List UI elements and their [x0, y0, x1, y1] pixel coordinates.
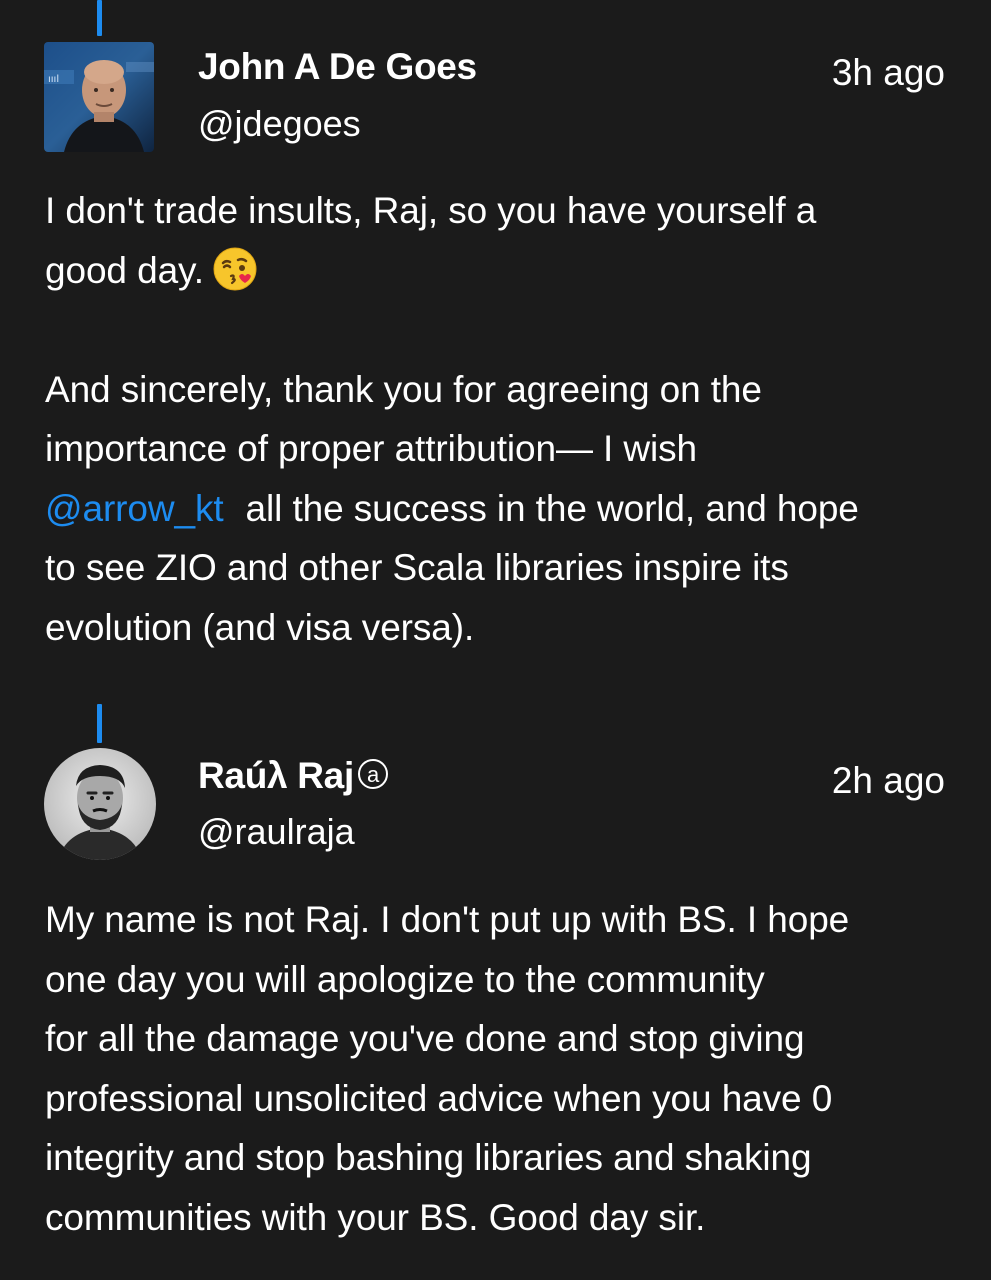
thread-connector-line	[97, 0, 102, 36]
mention-link[interactable]: @arrow_kt	[45, 488, 224, 529]
post-line: My name is not Raj. I don't put up with …	[45, 899, 850, 940]
post-line-text: all the success in the world, and hope	[245, 487, 859, 529]
post-line: And sincerely, thank you for agreeing on…	[45, 368, 762, 410]
post-timestamp: 2h ago	[831, 760, 945, 801]
post-line: ​	[45, 300, 975, 360]
post-line: to see ZIO and other Scala libraries ins…	[45, 547, 789, 588]
post-line: I don't trade insults, Raj, so you have …	[45, 190, 817, 231]
post-line: professional unsolicited advice when you…	[45, 1077, 833, 1119]
post-line: integrity and stop bashing libraries and…	[45, 1137, 812, 1178]
post-line: good day.	[45, 241, 975, 301]
author-name-text: Raúλ Raj	[198, 755, 354, 796]
author-handle[interactable]: @jdegoes	[198, 103, 361, 145]
author-handle[interactable]: @raulraja	[198, 811, 355, 853]
author-name[interactable]: Raúλ Raj a	[198, 755, 388, 797]
avatar[interactable]: ıııl	[44, 42, 154, 152]
face-blowing-kiss-icon	[212, 246, 258, 292]
author-name[interactable]: John A De Goes	[198, 46, 477, 88]
post-body: I don't trade insults, Raj, so you have …	[45, 181, 975, 657]
post-line: evolution (and visa versa).	[45, 606, 475, 648]
verified-badge-icon: a	[357, 759, 388, 789]
avatar[interactable]	[44, 748, 156, 860]
post-line: importance of proper attribution— I wish	[45, 428, 698, 469]
post-line: one day you will apologize to the commun…	[45, 958, 765, 1000]
post-body: My name is not Raj. I don't put up with …	[45, 890, 975, 1247]
post-line: for all the damage you've done and stop …	[45, 1018, 805, 1059]
post-line-text: good day.	[45, 249, 204, 291]
post-line: @arrow_kt all the success in the world, a…	[45, 479, 975, 539]
post-timestamp: 3h ago	[831, 52, 945, 93]
svg-text:ıııl: ıııl	[48, 74, 59, 85]
post-line: communities with your BS. Good day sir.	[45, 1196, 706, 1238]
thread-connector-line	[97, 704, 102, 743]
